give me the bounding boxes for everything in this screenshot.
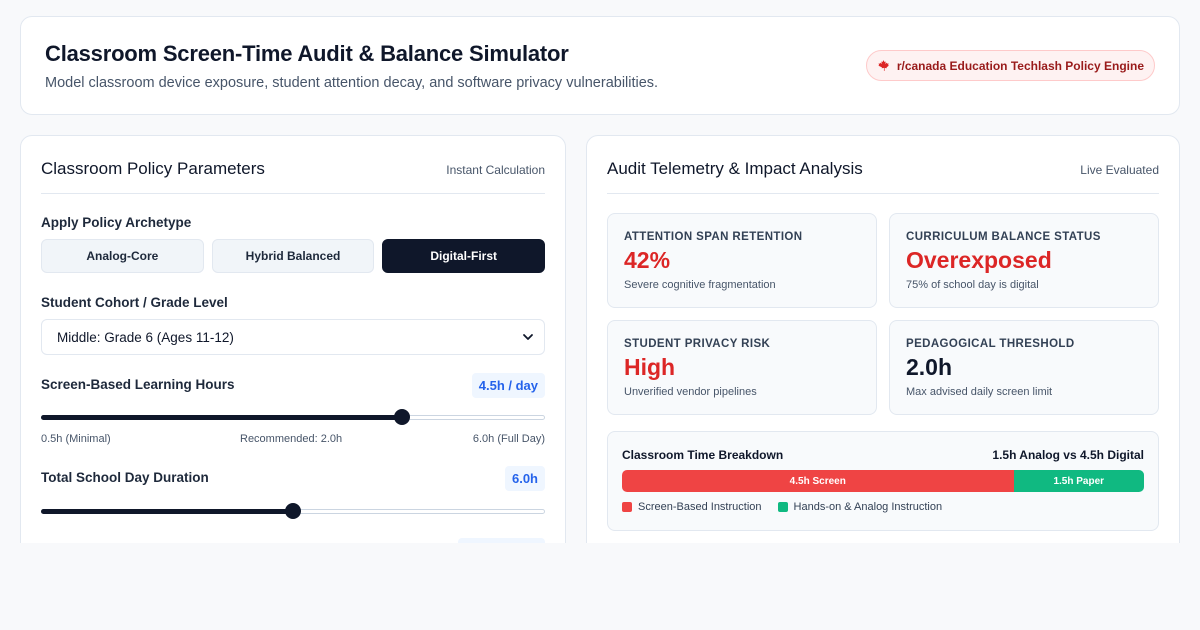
metric-balance-card: CURRICULUM BALANCE STATUS Overexposed 75…	[889, 213, 1159, 308]
metric-value: 2.0h	[906, 354, 953, 380]
metric-note: 75% of school day is digital	[906, 279, 1039, 291]
chevron-down-icon	[523, 334, 533, 340]
viewport-fold	[0, 543, 1200, 630]
policy-parameters-panel: Classroom Policy Parameters Instant Calc…	[20, 135, 566, 555]
maple-leaf-icon	[878, 60, 889, 71]
screen-hours-label: Screen-Based Learning Hours	[41, 377, 235, 392]
metric-value: 42%	[624, 247, 671, 273]
screen-segment: 4.5h Screen	[622, 470, 1014, 492]
screen-hours-value: 4.5h / day	[471, 373, 545, 398]
breakdown-title: Classroom Time Breakdown	[622, 448, 784, 462]
slider-thumb[interactable]	[394, 409, 410, 425]
divider	[41, 193, 545, 194]
metric-label: PEDAGOGICAL THRESHOLD	[906, 338, 1075, 350]
archetype-group: Analog-Core Hybrid Balanced Digital-Firs…	[41, 239, 546, 273]
breakdown-legend: Screen-Based Instruction Hands-on & Anal…	[622, 501, 942, 513]
metric-note: Unverified vendor pipelines	[624, 386, 757, 398]
audit-telemetry-panel: Audit Telemetry & Impact Analysis Live E…	[586, 135, 1180, 555]
legend-item-screen: Screen-Based Instruction	[622, 501, 762, 513]
cohort-select[interactable]: Middle: Grade 6 (Ages 11-12)	[41, 319, 545, 355]
scale-recommended-label: Recommended: 2.0h	[240, 433, 343, 445]
panel-meta: Live Evaluated	[1080, 163, 1159, 177]
scale-max-label: 6.0h (Full Day)	[472, 433, 545, 445]
archetype-label: Apply Policy Archetype	[41, 215, 192, 230]
metric-note: Max advised daily screen limit	[906, 386, 1053, 398]
school-day-value: 6.0h	[504, 466, 545, 491]
page-title: Classroom Screen-Time Audit & Balance Si…	[45, 41, 569, 66]
archetype-digital-first-button[interactable]: Digital-First	[382, 239, 546, 273]
metric-privacy-card: STUDENT PRIVACY RISK High Unverified ven…	[607, 320, 877, 415]
breakdown-summary: 1.5h Analog vs 4.5h Digital	[992, 448, 1144, 462]
screen-hours-slider[interactable]	[41, 409, 545, 425]
metric-note: Severe cognitive fragmentation	[624, 279, 776, 291]
metric-label: STUDENT PRIVACY RISK	[624, 338, 771, 350]
metric-value: Overexposed	[906, 247, 1052, 273]
slider-thumb[interactable]	[285, 503, 301, 519]
page-subtitle: Model classroom device exposure, student…	[45, 75, 659, 91]
divider	[607, 193, 1159, 194]
time-breakdown-card: Classroom Time Breakdown 1.5h Analog vs …	[607, 431, 1159, 531]
slider-fill	[41, 509, 293, 514]
archetype-hybrid-balanced-button[interactable]: Hybrid Balanced	[211, 239, 375, 273]
cohort-selected-value: Middle: Grade 6 (Ages 11-12)	[57, 329, 234, 345]
policy-engine-badge: r/canada Education Techlash Policy Engin…	[865, 50, 1155, 81]
scale-min-label: 0.5h (Minimal)	[41, 433, 111, 445]
screen-hours-scale: 0.5h (Minimal) Recommended: 2.0h 6.0h (F…	[41, 433, 545, 447]
header-card: Classroom Screen-Time Audit & Balance Si…	[20, 16, 1180, 115]
metric-attention-card: ATTENTION SPAN RETENTION 42% Severe cogn…	[607, 213, 877, 308]
school-day-label: Total School Day Duration	[41, 470, 209, 485]
breakdown-bar: 4.5h Screen 1.5h Paper	[622, 470, 1144, 492]
metric-label: CURRICULUM BALANCE STATUS	[906, 231, 1101, 243]
school-day-slider[interactable]	[41, 503, 545, 519]
legend-label: Hands-on & Analog Instruction	[793, 501, 943, 513]
panel-title: Classroom Policy Parameters	[41, 159, 265, 178]
badge-label: r/canada Education Techlash Policy Engin…	[896, 58, 1144, 73]
legend-swatch	[622, 502, 632, 512]
metric-threshold-card: PEDAGOGICAL THRESHOLD 2.0h Max advised d…	[889, 320, 1159, 415]
metric-label: ATTENTION SPAN RETENTION	[624, 231, 803, 243]
metric-value: High	[624, 354, 676, 380]
panel-title: Audit Telemetry & Impact Analysis	[607, 159, 863, 178]
legend-swatch	[777, 502, 788, 512]
legend-label: Screen-Based Instruction	[638, 501, 762, 513]
slider-fill	[41, 415, 402, 420]
panel-meta: Instant Calculation	[446, 163, 545, 177]
cohort-label: Student Cohort / Grade Level	[41, 295, 228, 310]
legend-item-paper: Hands-on & Analog Instruction	[777, 501, 943, 513]
paper-segment: 1.5h Paper	[1013, 470, 1144, 492]
archetype-analog-core-button[interactable]: Analog-Core	[41, 239, 204, 273]
